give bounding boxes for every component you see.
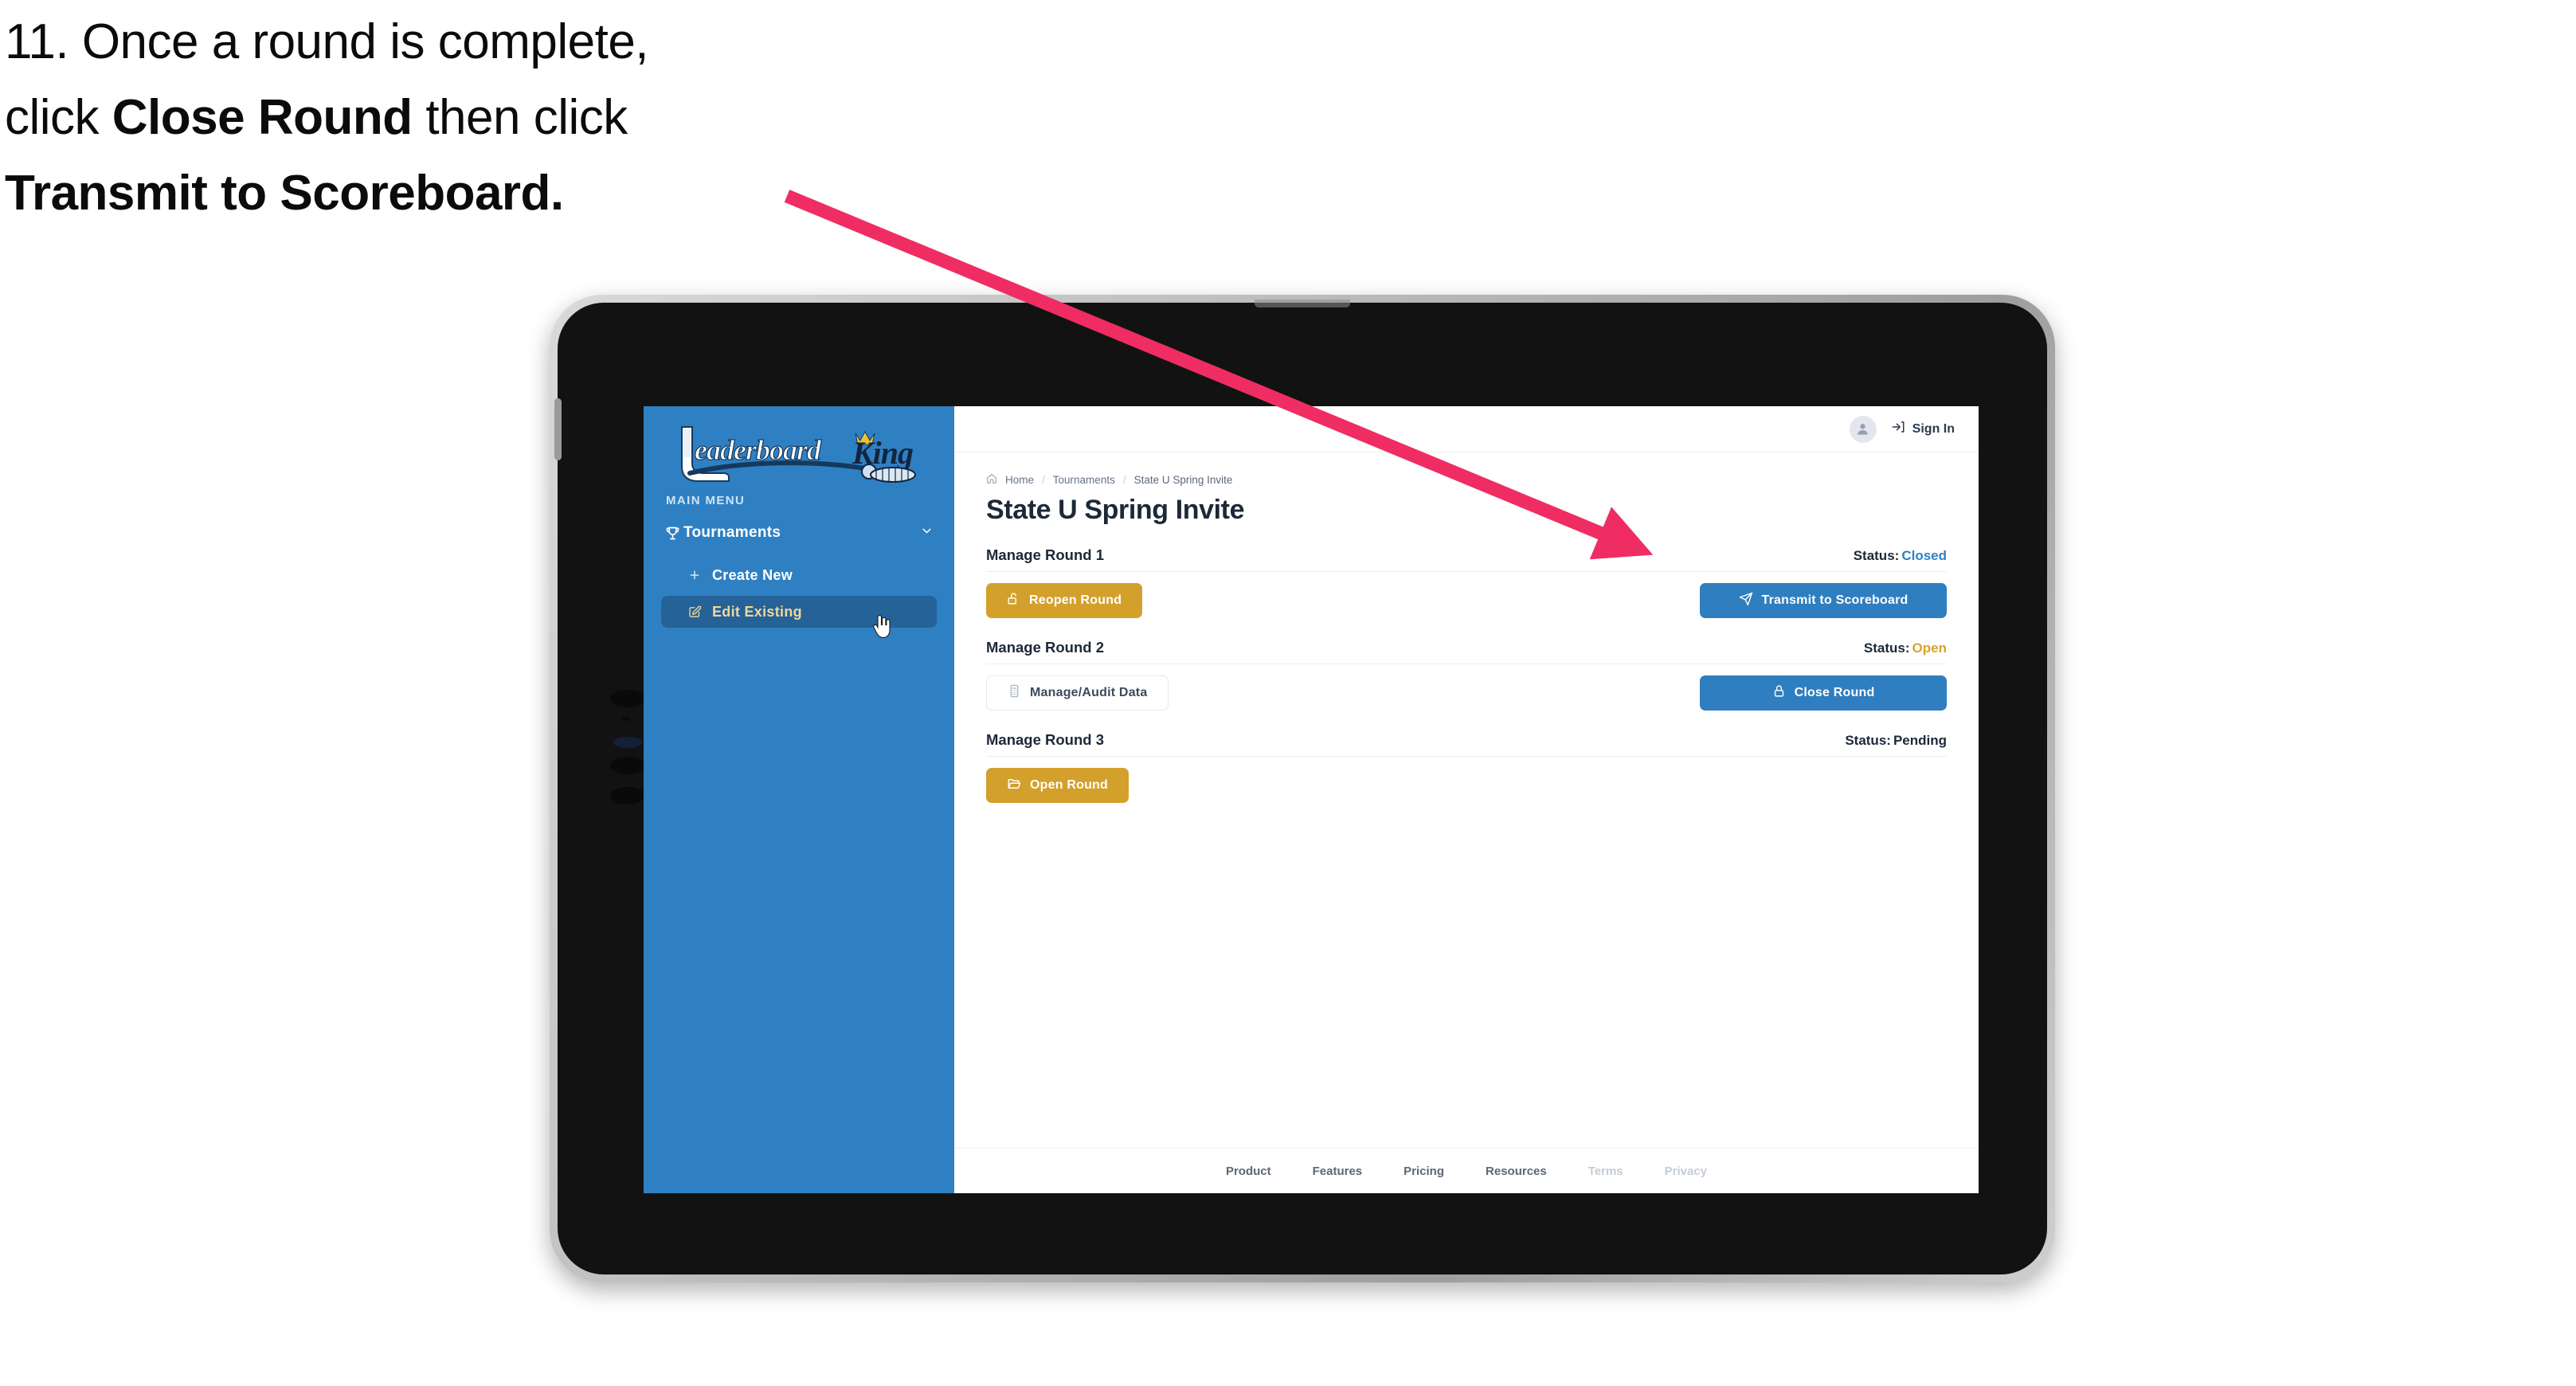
tablet-sensor-dot xyxy=(621,717,631,721)
caption-line-2: click Close Round then click xyxy=(5,93,865,143)
svg-text:King: King xyxy=(851,435,913,471)
round-title: Manage Round 3 xyxy=(986,731,1105,748)
footer-link-terms[interactable]: Terms xyxy=(1588,1165,1623,1178)
sign-in-label: Sign In xyxy=(1912,421,1955,436)
sign-in-button[interactable]: Sign In xyxy=(1891,420,1955,438)
brand-logo[interactable]: eaderboard King xyxy=(667,422,922,484)
footer-link-pricing[interactable]: Pricing xyxy=(1403,1165,1444,1178)
sidebar-item-edit-existing[interactable]: Edit Existing xyxy=(661,596,937,628)
round-status: Status: Open xyxy=(1864,640,1947,656)
app-footer: Product Features Pricing Resources Terms… xyxy=(954,1148,1979,1193)
sidebar-item-tournaments[interactable]: Tournaments xyxy=(661,516,938,550)
calculator-icon xyxy=(1008,684,1021,702)
footer-link-product[interactable]: Product xyxy=(1226,1165,1271,1178)
manage-audit-data-button[interactable]: Manage/Audit Data xyxy=(986,675,1169,711)
home-icon[interactable] xyxy=(986,473,997,487)
chevron-down-icon[interactable] xyxy=(920,524,934,542)
sign-in-arrow-icon xyxy=(1891,420,1905,438)
caption-line-2-post: then click xyxy=(412,90,628,145)
round-status-value: Open xyxy=(1912,640,1947,656)
caption-line-2-pre: click xyxy=(5,90,112,145)
pencil-edit-icon xyxy=(688,605,712,619)
app-sidebar: eaderboard King MAIN MENU Tournaments Cr… xyxy=(644,406,954,1193)
tablet-bezel: eaderboard King MAIN MENU Tournaments Cr… xyxy=(554,300,2047,1274)
breadcrumb-item-current: State U Spring Invite xyxy=(1133,474,1233,486)
breadcrumb-separator: / xyxy=(1122,474,1126,486)
round-section-2: Manage Round 2 Status: Open Manage/Audit… xyxy=(986,639,1947,711)
reopen-round-label: Reopen Round xyxy=(1029,593,1122,607)
sidebar-item-tournaments-label: Tournaments xyxy=(683,524,781,541)
tablet-speaker-notch xyxy=(1255,300,1350,307)
sidebar-item-create-new[interactable]: Create New xyxy=(671,559,937,591)
app-main-panel: Sign In Home / Tournaments / State U Spr… xyxy=(954,406,1979,1193)
round-header: Manage Round 1 Status: Closed xyxy=(986,546,1947,571)
round-actions: Manage/Audit Data Close Round xyxy=(986,664,1947,711)
tablet-volume-down-button[interactable] xyxy=(610,787,645,805)
trophy-icon xyxy=(661,525,683,542)
round-header: Manage Round 2 Status: Open xyxy=(986,639,1947,664)
manage-audit-data-label: Manage/Audit Data xyxy=(1030,686,1148,699)
round-section-1: Manage Round 1 Status: Closed Reopen Rou… xyxy=(986,546,1947,618)
caption-line-3-bold: Transmit to Scoreboard. xyxy=(5,166,564,221)
main-content: Home / Tournaments / State U Spring Invi… xyxy=(954,452,1979,803)
round-actions: Open Round xyxy=(986,756,1947,803)
tablet-camera-dot xyxy=(610,690,645,707)
caption-line-3: Transmit to Scoreboard. xyxy=(5,169,865,218)
round-status: Status: Pending xyxy=(1845,733,1947,749)
instruction-caption: 11. Once a round is complete, click Clos… xyxy=(5,18,865,245)
open-round-label: Open Round xyxy=(1030,778,1108,792)
round-status-value: Closed xyxy=(1901,548,1947,563)
tablet-indicator-led xyxy=(613,737,642,748)
tablet-device-frame: eaderboard King MAIN MENU Tournaments Cr… xyxy=(550,295,2055,1282)
open-round-button[interactable]: Open Round xyxy=(986,768,1129,803)
lock-icon xyxy=(1772,684,1786,702)
svg-text:eaderboard: eaderboard xyxy=(695,434,822,466)
reopen-round-button[interactable]: Reopen Round xyxy=(986,583,1143,618)
transmit-to-scoreboard-label: Transmit to Scoreboard xyxy=(1761,593,1909,607)
paper-plane-icon xyxy=(1739,592,1753,610)
round-status: Status: Closed xyxy=(1854,548,1947,564)
mouse-pointer-hand-cursor xyxy=(871,615,892,639)
round-title: Manage Round 1 xyxy=(986,546,1105,563)
plus-icon xyxy=(688,569,712,581)
close-round-label: Close Round xyxy=(1794,686,1875,699)
close-round-button[interactable]: Close Round xyxy=(1700,675,1947,711)
tablet-volume-up-button[interactable] xyxy=(610,757,645,774)
breadcrumb: Home / Tournaments / State U Spring Invi… xyxy=(986,473,1947,487)
sidebar-item-edit-existing-label: Edit Existing xyxy=(712,603,802,620)
footer-link-features[interactable]: Features xyxy=(1313,1165,1363,1178)
round-status-label: Status: xyxy=(1853,548,1900,563)
round-status-value: Pending xyxy=(1893,733,1947,748)
round-title: Manage Round 2 xyxy=(986,639,1105,656)
folder-open-icon xyxy=(1007,777,1021,795)
user-avatar-icon[interactable] xyxy=(1849,415,1877,443)
page-title: State U Spring Invite xyxy=(986,495,1245,525)
caption-line-2-bold: Close Round xyxy=(112,90,413,145)
leaderboard-king-logo-icon: eaderboard King xyxy=(681,426,916,483)
sidebar-item-create-new-label: Create New xyxy=(712,566,793,583)
sidebar-section-label: MAIN MENU xyxy=(666,494,746,507)
transmit-to-scoreboard-button[interactable]: Transmit to Scoreboard xyxy=(1700,583,1947,618)
footer-link-privacy[interactable]: Privacy xyxy=(1665,1165,1707,1178)
round-status-label: Status: xyxy=(1863,640,1910,656)
round-status-label: Status: xyxy=(1845,733,1891,748)
unlock-icon xyxy=(1007,592,1020,609)
breadcrumb-separator: / xyxy=(1042,474,1045,486)
app-topbar: Sign In xyxy=(954,406,1979,452)
round-header: Manage Round 3 Status: Pending xyxy=(986,731,1947,756)
tablet-screen: eaderboard King MAIN MENU Tournaments Cr… xyxy=(644,406,1979,1193)
breadcrumb-item-tournaments[interactable]: Tournaments xyxy=(1053,474,1115,486)
breadcrumb-item-home[interactable]: Home xyxy=(1005,474,1034,486)
round-actions: Reopen Round Transmit to Scoreboard xyxy=(986,571,1947,618)
caption-line-1: 11. Once a round is complete, xyxy=(5,14,649,69)
footer-link-resources[interactable]: Resources xyxy=(1486,1165,1547,1178)
tablet-power-button[interactable] xyxy=(554,398,562,460)
round-section-3: Manage Round 3 Status: Pending Open Roun… xyxy=(986,731,1947,803)
